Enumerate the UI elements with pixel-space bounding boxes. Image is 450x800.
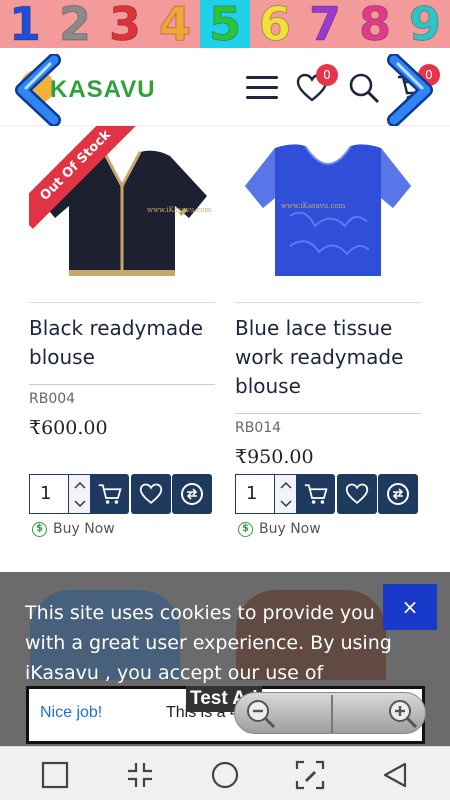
- close-icon[interactable]: ×: [383, 584, 437, 630]
- number-digit: 7: [300, 0, 350, 49]
- quantity-down-icon[interactable]: [68, 494, 90, 513]
- number-digit: 5: [200, 0, 250, 49]
- buy-now-label: Buy Now: [259, 521, 321, 537]
- quantity-value[interactable]: 1: [246, 483, 257, 504]
- image-watermark: www.iKasavu.com: [281, 202, 346, 210]
- add-to-cart-button[interactable]: [91, 474, 129, 514]
- add-to-wishlist-button[interactable]: [337, 474, 377, 514]
- buy-now-label: Buy Now: [53, 521, 115, 537]
- money-icon: $: [32, 521, 47, 537]
- product-title[interactable]: Black readymade blouse: [29, 314, 215, 372]
- image-watermark: www.iKasavu.com: [147, 206, 212, 214]
- money-icon: $: [238, 521, 253, 537]
- product-price: ₹600.00: [29, 417, 108, 439]
- product-title[interactable]: Blue lace tissue work readymade blouse: [235, 314, 421, 401]
- cookie-message: This site uses cookies to provide you wi…: [25, 602, 392, 684]
- divider: [29, 302, 215, 303]
- product-sku: RB014: [235, 413, 421, 436]
- quantity-up-icon[interactable]: [274, 475, 296, 494]
- wishlist-button[interactable]: 0: [294, 64, 338, 106]
- quantity-stepper[interactable]: 1: [29, 474, 91, 514]
- zoom-control: [234, 692, 426, 734]
- heart-icon: [139, 483, 163, 504]
- screen: 123456789 KASAVU 0 0 www.iKasavu.com Out…: [0, 0, 450, 800]
- divider: [235, 302, 421, 303]
- number-digit: 2: [50, 0, 100, 49]
- product-image[interactable]: www.iKasavu.com Out Of Stock: [29, 126, 215, 286]
- product-price: ₹950.00: [235, 446, 314, 468]
- recent-apps-icon[interactable]: [39, 759, 71, 791]
- product-image[interactable]: www.iKasavu.com: [235, 126, 421, 286]
- product-sku: RB004: [29, 384, 215, 407]
- compare-button[interactable]: [172, 474, 212, 514]
- add-to-wishlist-button[interactable]: [131, 474, 171, 514]
- product-card[interactable]: www.iKasavu.com Blue lace tissue work re…: [235, 126, 421, 468]
- zoom-in-icon[interactable]: [385, 696, 421, 732]
- quantity-down-icon[interactable]: [274, 494, 296, 513]
- screenshot-edit-icon[interactable]: [294, 759, 326, 791]
- compare-icon: [181, 483, 203, 505]
- zoom-separator: [331, 695, 333, 733]
- compare-button[interactable]: [378, 474, 418, 514]
- number-digit: 8: [350, 0, 400, 49]
- heart-icon: [345, 483, 369, 504]
- product-actions: 1: [29, 474, 219, 514]
- quantity-up-icon[interactable]: [68, 475, 90, 494]
- split-screen-icon[interactable]: [124, 759, 156, 791]
- add-to-cart-button[interactable]: [297, 474, 335, 514]
- buy-now-link[interactable]: $ Buy Now: [32, 521, 115, 537]
- ad-nice-text[interactable]: Nice job!: [40, 704, 102, 722]
- buy-now-link[interactable]: $ Buy Now: [238, 521, 321, 537]
- product-card[interactable]: www.iKasavu.com Out Of Stock Black ready…: [29, 126, 215, 439]
- number-strip: 123456789: [0, 0, 450, 49]
- zoom-out-icon[interactable]: [243, 696, 279, 732]
- previous-arrow-icon[interactable]: [14, 53, 62, 127]
- logo-text: KASAVU: [50, 76, 156, 103]
- quantity-stepper[interactable]: 1: [235, 474, 297, 514]
- cart-icon: [98, 484, 122, 504]
- wishlist-badge: 0: [316, 64, 338, 86]
- quantity-value[interactable]: 1: [40, 483, 51, 504]
- number-digit: 1: [0, 0, 50, 49]
- menu-icon[interactable]: [244, 70, 280, 106]
- cart-icon: [304, 484, 328, 504]
- product-actions: 1: [235, 474, 425, 514]
- back-icon[interactable]: [379, 759, 411, 791]
- site-header: KASAVU 0 0: [0, 48, 450, 126]
- system-navigation-bar: [0, 746, 450, 800]
- search-icon[interactable]: [346, 70, 382, 106]
- number-digit: 6: [250, 0, 300, 49]
- number-digit: 9: [400, 0, 450, 49]
- next-arrow-icon[interactable]: [386, 53, 434, 127]
- number-digit: 4: [150, 0, 200, 49]
- compare-icon: [387, 483, 409, 505]
- number-digit: 3: [100, 0, 150, 49]
- home-icon[interactable]: [209, 759, 241, 791]
